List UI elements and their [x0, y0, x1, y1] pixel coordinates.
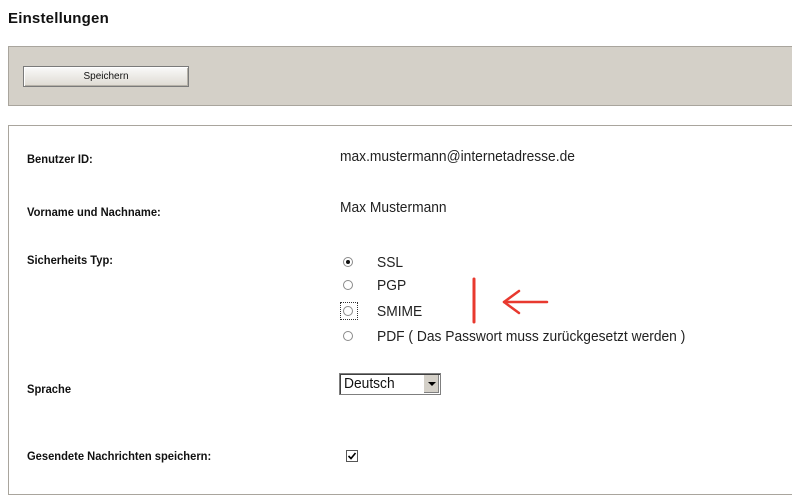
radio-label-ssl: SSL: [377, 254, 404, 271]
radio-button-pgp[interactable]: [343, 280, 353, 290]
security-type-label: Sicherheits Typ:: [27, 253, 113, 267]
name-label: Vorname und Nachname:: [27, 205, 161, 219]
radio-label-pdf: PDF ( Das Passwort muss zurückgesetzt we…: [377, 328, 686, 345]
save-sent-label: Gesendete Nachrichten speichern:: [27, 449, 212, 463]
save-sent-checkbox[interactable]: [346, 450, 358, 462]
user-id-value: max.mustermann@internetadresse.de: [340, 148, 575, 165]
language-select-value: Deutsch: [344, 375, 395, 392]
user-id-label: Benutzer ID:: [27, 152, 93, 166]
radio-button-ssl[interactable]: [343, 257, 353, 267]
chevron-down-icon[interactable]: [423, 375, 439, 393]
radio-label-smime: SMIME: [377, 303, 423, 320]
page-title: Einstellungen: [8, 10, 109, 27]
language-select[interactable]: Deutsch: [339, 373, 441, 395]
radio-label-pgp: PGP: [377, 277, 407, 294]
radio-button-smime[interactable]: [343, 306, 353, 316]
save-button[interactable]: Speichern: [23, 66, 189, 87]
red-arrow-left-icon: [472, 277, 549, 324]
toolbar: Speichern: [8, 46, 792, 106]
language-label: Sprache: [27, 382, 72, 396]
name-value: Max Mustermann: [340, 199, 447, 216]
checkmark-icon: [347, 452, 357, 460]
radio-button-pdf[interactable]: [343, 331, 353, 341]
